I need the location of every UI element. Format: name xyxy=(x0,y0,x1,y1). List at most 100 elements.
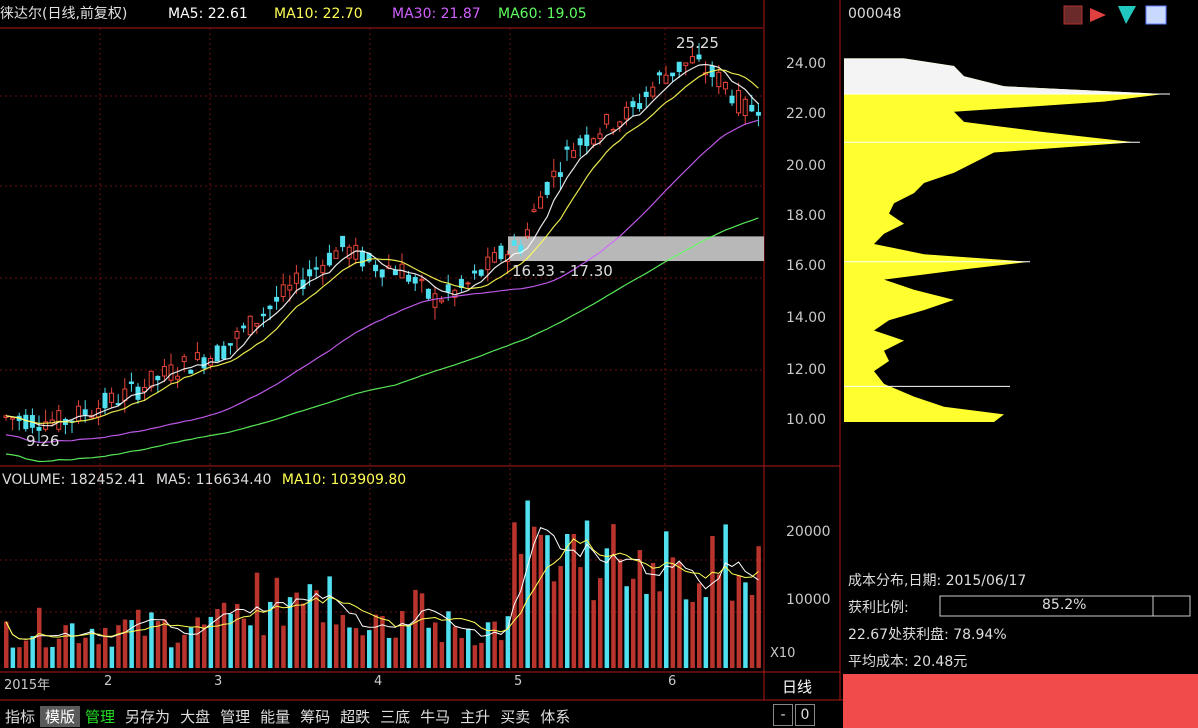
candle xyxy=(82,400,88,423)
candle xyxy=(247,315,253,336)
tab-manage-2[interactable]: 管理 xyxy=(215,706,255,727)
candle xyxy=(16,412,22,431)
zoom-out-button[interactable]: - xyxy=(773,704,793,726)
volume-bar xyxy=(466,628,471,668)
volume-bar xyxy=(248,625,253,668)
candle-body xyxy=(643,91,649,97)
zoom-reset-button[interactable]: 0 xyxy=(795,704,815,726)
period-label[interactable]: 日线 xyxy=(782,676,812,697)
tab-chips[interactable]: 筹码 xyxy=(295,706,335,727)
candle-body xyxy=(696,54,702,60)
volume-bar xyxy=(347,627,352,668)
cost-profile xyxy=(844,58,1164,423)
volume-bar xyxy=(261,635,266,668)
candle xyxy=(650,81,656,99)
tab-template[interactable]: 模版 xyxy=(40,705,81,727)
candle-body xyxy=(676,61,682,73)
volume-bar xyxy=(743,582,748,668)
ma30-label: MA30: 21.87 xyxy=(392,6,481,22)
kline-chart[interactable] xyxy=(0,0,1198,728)
volume-bar xyxy=(551,581,557,668)
candle-body xyxy=(36,426,42,431)
volume-bar xyxy=(644,593,649,668)
volume-bar xyxy=(611,524,616,668)
volume-bar xyxy=(433,622,438,668)
candle xyxy=(656,70,662,85)
price-tick: 12.00 xyxy=(786,362,827,378)
volume-bar xyxy=(637,550,643,668)
volume-bar xyxy=(683,599,689,668)
candle-body xyxy=(293,272,299,284)
candle-body xyxy=(412,277,418,284)
volume-bar xyxy=(670,557,676,668)
candle-body xyxy=(148,370,154,388)
date-label: 3 xyxy=(214,674,223,689)
volume-bar xyxy=(565,534,570,668)
tab-oversold[interactable]: 超跌 xyxy=(335,706,375,727)
volume-bar xyxy=(730,600,735,668)
price-tick: 14.00 xyxy=(786,310,827,326)
tab-manage[interactable]: 管理 xyxy=(80,706,120,727)
volume-bar xyxy=(235,603,240,668)
tab-three-bottoms[interactable]: 三底 xyxy=(375,706,415,727)
tab-main-rise[interactable]: 主升 xyxy=(455,706,495,727)
tab-market[interactable]: 大盘 xyxy=(175,706,215,727)
candle xyxy=(274,285,280,310)
candle xyxy=(373,260,379,278)
volume-bar xyxy=(631,578,636,668)
candle xyxy=(755,102,761,127)
volume-bar xyxy=(756,546,761,668)
volume-bar xyxy=(525,500,530,668)
volume-bar xyxy=(406,624,412,668)
volume-bar xyxy=(241,618,247,668)
volume-bar xyxy=(301,603,306,668)
candle-body xyxy=(630,101,636,108)
candle-body xyxy=(333,250,339,259)
volume-bars xyxy=(4,500,761,668)
volume-bar xyxy=(122,619,128,668)
candle-body xyxy=(729,95,735,104)
candle-body xyxy=(742,98,748,117)
volume-bar xyxy=(380,616,385,668)
candle-body xyxy=(76,405,82,422)
tab-indicator[interactable]: 指标 xyxy=(0,706,40,727)
tab-save-as[interactable]: 另存为 xyxy=(120,706,175,727)
volume-bar xyxy=(439,642,445,668)
candle-body xyxy=(736,90,742,114)
tab-bull[interactable]: 牛马 xyxy=(415,706,455,727)
candle xyxy=(531,203,537,213)
volume-bar xyxy=(505,616,511,668)
tab-energy[interactable]: 能量 xyxy=(255,706,295,727)
candle-body xyxy=(260,313,266,317)
candle xyxy=(3,414,9,421)
candle-body xyxy=(485,256,491,271)
draw-tool-icon xyxy=(1063,5,1083,25)
candle xyxy=(452,288,458,307)
volume-bar xyxy=(697,583,702,668)
candle-body xyxy=(175,375,181,380)
candle xyxy=(148,370,154,392)
price-tick: 20.00 xyxy=(786,158,827,174)
candle xyxy=(478,269,484,278)
candle xyxy=(465,281,471,289)
volume-bar xyxy=(386,637,392,668)
tab-buy-sell[interactable]: 买卖 xyxy=(495,706,535,727)
candle xyxy=(538,191,544,209)
candle xyxy=(214,343,220,362)
candle-body xyxy=(419,278,425,282)
candle-body xyxy=(102,392,108,409)
candle-body xyxy=(23,414,29,430)
candle xyxy=(56,404,62,433)
volume-bar xyxy=(221,602,227,668)
candle xyxy=(564,139,570,161)
candle xyxy=(412,274,418,292)
price-tick: 24.00 xyxy=(786,56,827,72)
candle xyxy=(43,409,49,432)
candle-body xyxy=(656,72,662,76)
volume-bar xyxy=(518,553,524,668)
volume-bar xyxy=(30,636,35,668)
volume-bar xyxy=(512,522,517,668)
candle-body xyxy=(590,138,596,145)
tab-system[interactable]: 体系 xyxy=(535,706,575,727)
volume-bar xyxy=(736,575,742,668)
